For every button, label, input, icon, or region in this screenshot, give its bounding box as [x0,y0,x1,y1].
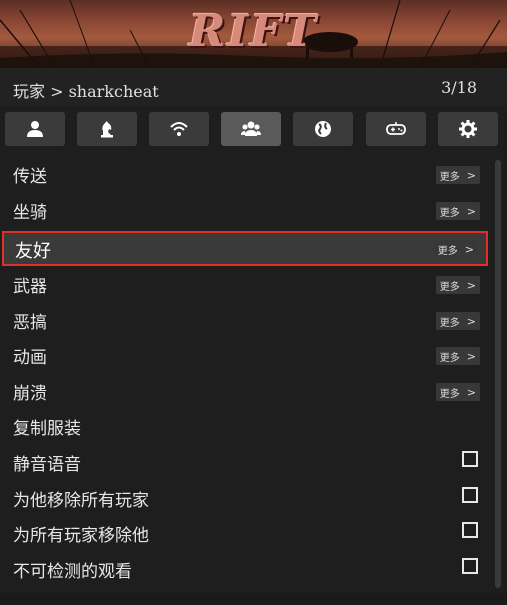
header-banner: RIFT [0,0,507,68]
list-item-teleport[interactable]: 传送 更多 > [0,156,490,191]
chevron-right-icon: > [466,314,476,328]
list-item-label: 不可检测的观看 [13,562,132,582]
more-label: 更多 [439,281,460,293]
list-item-label: 恶搞 [13,313,47,333]
chevron-right-icon: > [464,242,474,256]
gear-icon [459,120,477,138]
more-label: 更多 [439,171,460,183]
list-item-label: 友好 [15,241,51,262]
list-item-crash[interactable]: 崩溃 更多 > [0,373,490,408]
more-button[interactable]: 更多 > [435,166,480,184]
tab-players[interactable] [221,112,281,146]
list-item-animations[interactable]: 动画 更多 > [0,337,490,372]
breadcrumb: 玩家 > sharkcheat [13,82,159,101]
more-button[interactable]: 更多 > [435,202,480,220]
menu-footer [0,593,507,605]
list-item-label: 复制服装 [13,419,81,439]
page-indicator: 3/18 [441,78,477,97]
list-item-undetected-spectate[interactable]: 不可检测的观看 [0,551,490,586]
gamepad-icon [386,122,406,135]
list-item-remove-him-for-players[interactable]: 为所有玩家移除他 [0,515,490,550]
scrollbar[interactable] [495,160,501,588]
more-label: 更多 [439,207,460,219]
list-item-label: 为他移除所有玩家 [13,491,149,511]
list-item-mute-voice[interactable]: 静音语音 [0,444,490,479]
list-item-copy-outfit[interactable]: 复制服装 [0,408,490,443]
list-item-weapons[interactable]: 武器 更多 > [0,266,490,301]
chess-knight-icon [101,121,113,138]
chevron-right-icon: > [466,278,476,292]
list-item-label: 武器 [13,277,47,297]
list-item-label: 崩溃 [13,384,47,404]
chevron-right-icon: > [466,349,476,363]
user-icon [27,121,43,137]
toggle-checkbox[interactable] [462,451,478,467]
more-label: 更多 [439,352,460,364]
category-tabs [0,106,507,152]
more-button[interactable]: 更多 > [433,240,478,258]
more-button[interactable]: 更多 > [435,312,480,330]
toggle-checkbox[interactable] [462,558,478,574]
list-item-trolling[interactable]: 恶搞 更多 > [0,302,490,337]
chevron-right-icon: > [466,204,476,218]
tab-recovery[interactable] [366,112,426,146]
list-item-remove-players-for-him[interactable]: 为他移除所有玩家 [0,480,490,515]
more-button[interactable]: 更多 > [435,383,480,401]
chevron-right-icon: > [466,168,476,182]
tab-world[interactable] [293,112,353,146]
list-item-label: 传送 [13,167,47,187]
globe-icon [315,121,331,137]
more-label: 更多 [439,388,460,400]
users-icon [241,121,261,136]
tab-vehicle[interactable] [77,112,137,146]
wifi-icon [170,122,188,136]
more-button[interactable]: 更多 > [435,276,480,294]
chevron-right-icon: > [466,385,476,399]
more-label: 更多 [437,245,458,257]
menu-header: 玩家 > sharkcheat 3/18 [0,68,507,106]
rift-logo: RIFT [188,6,319,57]
tab-network[interactable] [149,112,209,146]
tab-settings[interactable] [438,112,498,146]
more-label: 更多 [439,317,460,329]
list-item-label: 坐骑 [13,203,47,223]
list-item-friendly[interactable]: 友好 更多 > [2,231,488,266]
list-item-label: 静音语音 [13,455,81,475]
list-item-mount[interactable]: 坐骑 更多 > [0,192,490,227]
tab-self[interactable] [5,112,65,146]
toggle-checkbox[interactable] [462,522,478,538]
toggle-checkbox[interactable] [462,487,478,503]
mod-menu-panel: RIFT 玩家 > sharkcheat 3/18 传送 更多 > 坐骑 更多 … [0,0,507,605]
list-item-label: 为所有玩家移除他 [13,526,149,546]
list-item-label: 动画 [13,348,47,368]
more-button[interactable]: 更多 > [435,347,480,365]
